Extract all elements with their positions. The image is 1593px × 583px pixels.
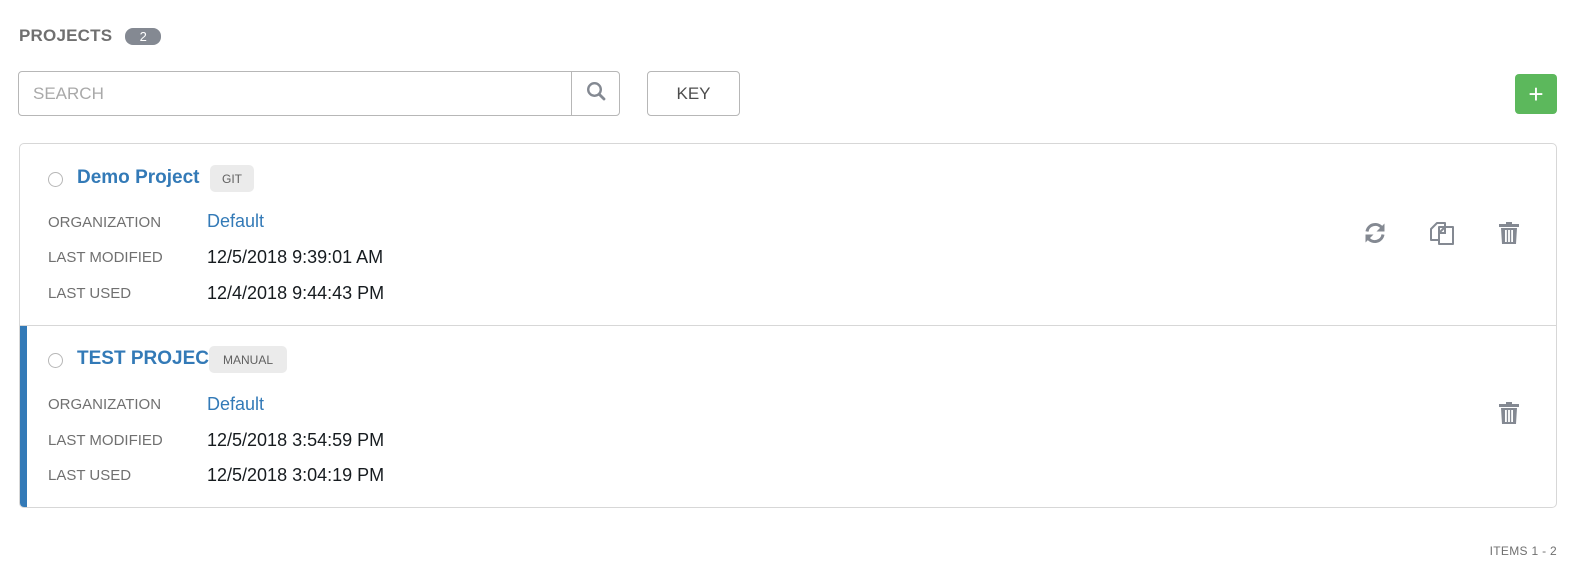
last-modified-value: 12/5/2018 3:54:59 PM xyxy=(207,430,385,450)
search-button[interactable] xyxy=(571,72,619,115)
organization-label: ORGANIZATION xyxy=(48,214,162,231)
project-name-link[interactable]: TEST PROJECT xyxy=(77,348,221,370)
last-modified-label: LAST MODIFIED xyxy=(48,432,163,449)
last-modified-value: 12/5/2018 9:39:01 AM xyxy=(207,247,384,267)
list-item: TEST PROJECT MANUAL ORGANIZATION Default… xyxy=(20,326,1556,507)
last-used-label: LAST USED xyxy=(48,285,132,302)
sync-icon xyxy=(1362,220,1388,251)
list-item: Demo Project GIT ORGANIZATION Default LA… xyxy=(20,144,1556,326)
sync-button[interactable] xyxy=(1360,220,1390,250)
plus-icon: + xyxy=(1528,79,1544,109)
copy-button[interactable] xyxy=(1427,220,1457,250)
page-title: PROJECTS xyxy=(19,26,113,45)
last-used-value: 12/5/2018 3:04:19 PM xyxy=(207,465,385,485)
pagination-items: ITEMS 1 - 2 xyxy=(1489,544,1557,558)
last-used-label: LAST USED xyxy=(48,467,132,484)
last-used-value: 12/4/2018 9:44:43 PM xyxy=(207,283,385,303)
add-button[interactable]: + xyxy=(1515,74,1557,114)
delete-button[interactable] xyxy=(1494,400,1524,430)
last-modified-label: LAST MODIFIED xyxy=(48,249,163,266)
organization-label: ORGANIZATION xyxy=(48,396,162,413)
project-list: Demo Project GIT ORGANIZATION Default LA… xyxy=(19,143,1557,508)
search-icon xyxy=(586,81,606,106)
copy-icon xyxy=(1428,219,1456,252)
organization-link[interactable]: Default xyxy=(207,394,264,415)
delete-button[interactable] xyxy=(1494,220,1524,250)
trash-icon xyxy=(1498,401,1520,430)
projects-page: PROJECTS 2 KEY + Demo Project GIT ORGANI… xyxy=(0,0,1593,583)
trash-icon xyxy=(1498,221,1520,250)
select-radio[interactable] xyxy=(48,172,63,187)
select-radio[interactable] xyxy=(48,353,63,368)
key-button[interactable]: KEY xyxy=(647,71,740,116)
organization-link[interactable]: Default xyxy=(207,211,264,232)
count-badge: 2 xyxy=(125,27,162,45)
selected-row-indicator xyxy=(20,326,27,507)
search-bar xyxy=(18,71,620,116)
project-name-link[interactable]: Demo Project xyxy=(77,167,199,189)
scm-type-badge: MANUAL xyxy=(209,346,287,373)
search-input[interactable] xyxy=(19,72,571,115)
scm-type-badge: GIT xyxy=(210,165,254,192)
page-header: PROJECTS 2 xyxy=(19,24,162,48)
